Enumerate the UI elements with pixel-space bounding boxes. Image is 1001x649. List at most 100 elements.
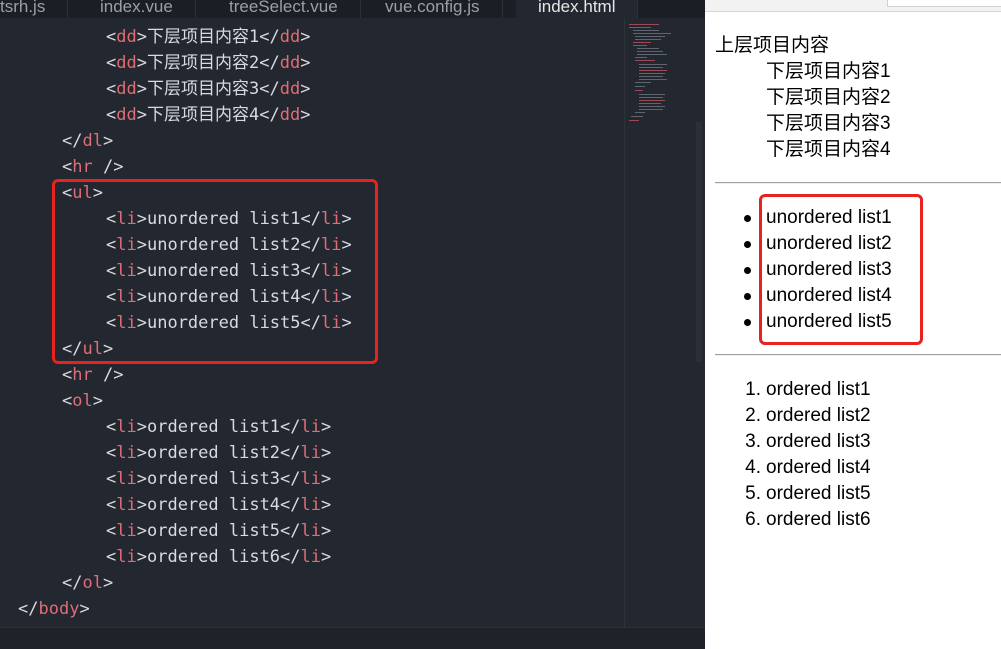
ol-list-item: ordered list6 <box>766 509 871 530</box>
code-line[interactable]: <li>ordered list5</li> <box>106 518 331 544</box>
editor-status-strip <box>0 627 705 649</box>
bullet-icon <box>744 293 751 300</box>
minimap-line <box>637 51 663 52</box>
code-tag: <li> <box>106 495 147 515</box>
code-text: ordered list4 <box>146 495 281 515</box>
ol-list-item: ordered list1 <box>766 379 871 400</box>
minimap-line <box>637 48 659 49</box>
code-tag: </dd> <box>259 79 311 99</box>
code-tag: </li> <box>280 417 332 437</box>
minimap-line <box>639 67 663 68</box>
minimap-line <box>629 120 639 121</box>
minimap-line <box>635 57 647 58</box>
ol-item-number: 1. <box>745 379 761 400</box>
code-line[interactable]: <ol> <box>62 388 103 414</box>
ol-item-number: 6. <box>745 509 761 530</box>
minimap[interactable] <box>624 18 703 628</box>
minimap-line <box>633 45 647 46</box>
minimap-line <box>635 86 645 87</box>
minimap-line <box>639 103 661 104</box>
code-line[interactable]: </body> <box>18 596 90 622</box>
minimap-line <box>637 54 667 55</box>
code-line[interactable]: <dd>下层项目内容1</dd> <box>106 24 310 50</box>
bullet-icon <box>744 319 751 326</box>
code-tag: <ol> <box>62 391 103 411</box>
dl-description-item: 下层项目内容4 <box>766 139 891 160</box>
code-line[interactable]: <hr /> <box>62 154 123 180</box>
horizontal-rule <box>715 182 1001 184</box>
ol-list-item: ordered list5 <box>766 483 871 504</box>
ul-preview-highlight-box <box>759 194 923 345</box>
code-text: ordered list6 <box>146 547 281 567</box>
editor-tab-bar: tsrh.js index.vue treeSelect.vue vue.con… <box>0 0 705 18</box>
code-line[interactable]: <li>ordered list6</li> <box>106 544 331 570</box>
bullet-icon <box>744 215 751 222</box>
minimap-line <box>639 100 665 101</box>
code-text: 下层项目内容3 <box>146 79 260 99</box>
code-tag: <li> <box>106 417 147 437</box>
tab-index-vue[interactable]: index.vue <box>78 0 196 18</box>
code-tag: <li> <box>106 521 147 541</box>
code-tag: </li> <box>280 495 332 515</box>
code-line[interactable]: <li>ordered list3</li> <box>106 466 331 492</box>
code-line[interactable]: <hr /> <box>62 362 123 388</box>
minimap-line <box>639 109 663 110</box>
tab-tsrh-js[interactable]: tsrh.js <box>0 0 69 18</box>
dl-description-item: 下层项目内容2 <box>766 87 891 108</box>
code-text: 下层项目内容1 <box>146 27 260 47</box>
address-bar[interactable] <box>887 0 1001 7</box>
minimap-line <box>629 24 659 25</box>
ol-list-item: ordered list3 <box>766 431 871 452</box>
code-tag: </dl> <box>62 131 114 151</box>
code-line[interactable]: <dd>下层项目内容4</dd> <box>106 102 310 128</box>
code-line[interactable]: <li>ordered list2</li> <box>106 440 331 466</box>
code-line[interactable]: </dl> <box>62 128 113 154</box>
ol-item-number: 4. <box>745 457 761 478</box>
tab-treeselect-vue[interactable]: treeSelect.vue <box>207 0 361 18</box>
code-tag: </li> <box>280 521 332 541</box>
code-line[interactable]: <li>ordered list1</li> <box>106 414 331 440</box>
code-text: 下层项目内容4 <box>146 105 260 125</box>
bullet-icon <box>744 241 751 248</box>
minimap-line <box>639 76 663 77</box>
tab-vue-config-js[interactable]: vue.config.js <box>363 0 503 18</box>
code-tag: </dd> <box>259 105 311 125</box>
code-tag: <li> <box>106 443 147 463</box>
code-tag: </li> <box>280 547 332 567</box>
code-text: 下层项目内容2 <box>146 53 260 73</box>
code-line[interactable]: <dd>下层项目内容3</dd> <box>106 76 310 102</box>
ol-item-number: 2. <box>745 405 761 426</box>
code-line[interactable]: <dd>下层项目内容2</dd> <box>106 50 310 76</box>
code-tag: </dd> <box>259 27 311 47</box>
code-tag: <dd> <box>106 79 147 99</box>
code-line[interactable]: <li>ordered list4</li> <box>106 492 331 518</box>
tab-index-html[interactable]: index.html <box>516 0 639 18</box>
minimap-line <box>639 106 665 107</box>
horizontal-rule <box>715 354 1001 356</box>
code-tag: </ol> <box>62 573 114 593</box>
ol-item-number: 3. <box>745 431 761 452</box>
code-editor[interactable]: tsrh.js index.vue treeSelect.vue vue.con… <box>0 0 705 649</box>
minimap-line <box>635 60 655 61</box>
minimap-line <box>635 112 645 113</box>
minimap-line <box>631 116 643 117</box>
browser-preview: 上层项目内容 下层项目内容1 下层项目内容2 下层项目内容3 下层项目内容4 unor… <box>705 0 1001 649</box>
code-tag: </li> <box>280 469 332 489</box>
code-tag: <hr /> <box>62 365 124 385</box>
code-line[interactable]: </ol> <box>62 570 113 596</box>
minimap-line <box>639 64 667 65</box>
ol-item-number: 5. <box>745 483 761 504</box>
code-tag: <hr /> <box>62 157 124 177</box>
ul-highlight-box <box>52 179 378 364</box>
code-tag: <dd> <box>106 105 147 125</box>
minimap-line <box>629 27 651 28</box>
minimap-line <box>639 73 665 74</box>
code-tag: <li> <box>106 469 147 489</box>
ol-list-item: ordered list4 <box>766 457 871 478</box>
minimap-line <box>635 36 665 37</box>
minimap-line <box>633 30 659 31</box>
ol-list-item: ordered list2 <box>766 405 871 426</box>
scrollbar-thumb[interactable] <box>696 122 702 362</box>
dl-term: 上层项目内容 <box>715 35 830 56</box>
browser-toolbar <box>705 0 1001 12</box>
